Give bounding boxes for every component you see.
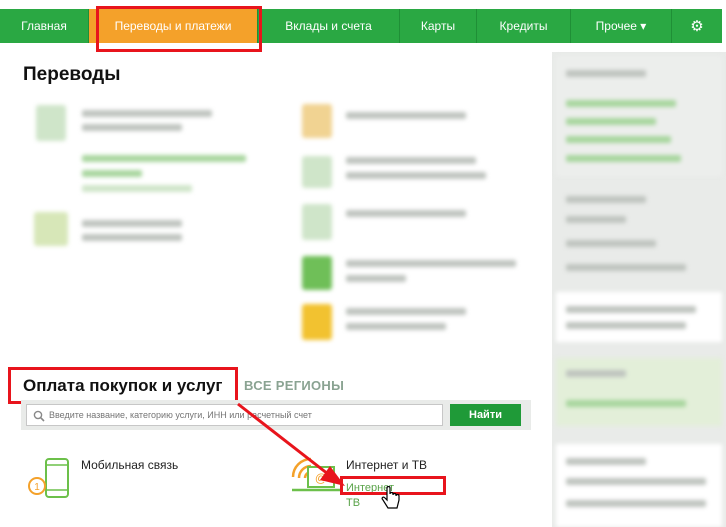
- nav-item-main[interactable]: Главная: [0, 9, 89, 43]
- service-internet-tv[interactable]: Интернет и ТВ: [346, 458, 427, 472]
- service-mobile[interactable]: Мобильная связь: [81, 458, 178, 472]
- nav-item-other[interactable]: Прочее ▾: [571, 9, 672, 43]
- all-regions-link[interactable]: ВСЕ РЕГИОНЫ: [244, 378, 344, 393]
- hand-cursor-icon: [381, 486, 400, 509]
- link-tv[interactable]: ТВ: [346, 496, 360, 510]
- search-icon: [33, 410, 45, 422]
- nav-item-deposits[interactable]: Вклады и счета: [258, 9, 400, 43]
- phone-icon[interactable]: 1: [25, 457, 71, 501]
- transfers-title: Переводы: [23, 64, 121, 85]
- nav-item-credits[interactable]: Кредиты: [477, 9, 571, 43]
- nav-item-cards[interactable]: Карты: [400, 9, 477, 43]
- highlight-frame-payments: [8, 367, 238, 404]
- internet-tv-icon[interactable]: @: [290, 455, 344, 495]
- svg-text:@: @: [315, 471, 327, 485]
- search-button[interactable]: Найти: [450, 404, 521, 426]
- svg-text:1: 1: [34, 482, 40, 493]
- highlight-frame-nav: [96, 6, 262, 52]
- gear-icon[interactable]: ⚙: [672, 9, 722, 43]
- search-input[interactable]: [26, 404, 443, 426]
